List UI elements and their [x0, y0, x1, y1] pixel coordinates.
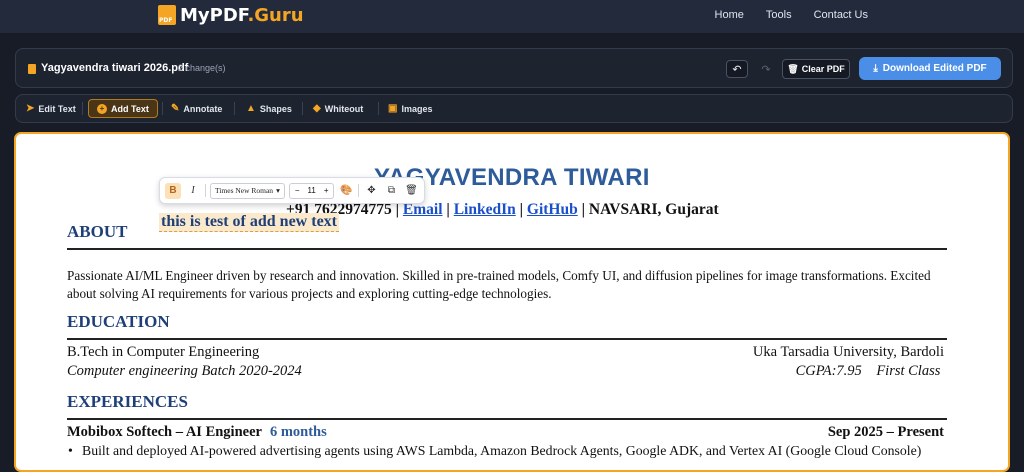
- font-size-decrease-button[interactable]: −: [292, 186, 303, 195]
- undo-button[interactable]: ↶: [726, 60, 748, 78]
- shapes-icon: ▲: [246, 103, 256, 114]
- tool-edit-text-label: Edit Text: [38, 103, 76, 114]
- university[interactable]: Uka Tarsadia University, Bardoli: [753, 344, 944, 361]
- nav-links: Home Tools Contact Us: [715, 9, 868, 21]
- tool-shapes-label: Shapes: [259, 103, 292, 114]
- italic-button[interactable]: I: [185, 183, 201, 199]
- clear-pdf-button[interactable]: 🗑 Clear PDF: [782, 59, 850, 79]
- nav-link-contact[interactable]: Contact Us: [814, 9, 868, 21]
- tool-annotate-label: Annotate: [183, 103, 223, 114]
- tool-add-text[interactable]: + Add Text: [88, 99, 158, 118]
- linkedin-link[interactable]: LinkedIn: [454, 201, 516, 218]
- section-divider: [67, 338, 947, 340]
- about-text[interactable]: Passionate AI/ML Engineer driven by rese…: [67, 267, 947, 303]
- pdf-page: YAGYAVENDRA TIWARI +91 7622974775 | Emai…: [16, 134, 1008, 470]
- redo-button[interactable]: ↷: [758, 61, 774, 77]
- tool-images-label: Images: [401, 103, 433, 114]
- toolbar-divider: [82, 102, 83, 115]
- bold-button[interactable]: B: [165, 182, 181, 199]
- download-label: Download Edited PDF: [882, 63, 987, 74]
- batch[interactable]: Computer engineering Batch 2020-2024: [67, 363, 302, 380]
- pdf-canvas[interactable]: YAGYAVENDRA TIWARI +91 7622974775 | Emai…: [14, 132, 1010, 472]
- font-family-select[interactable]: Times New Roman ▾: [210, 182, 285, 199]
- tool-images[interactable]: ▣ Images: [388, 99, 432, 118]
- education-row: B.Tech in Computer Engineering Uka Tarsa…: [67, 344, 944, 361]
- location[interactable]: NAVSARI, Gujarat: [589, 201, 719, 218]
- trash-icon: 🗑: [787, 63, 799, 74]
- toolbar-divider: [378, 102, 379, 115]
- class[interactable]: First Class: [876, 363, 940, 379]
- logo-text: MyPDF: [180, 4, 248, 26]
- download-edited-pdf-button[interactable]: ⤓ Download Edited PDF: [859, 57, 1001, 80]
- font-size-increase-button[interactable]: +: [321, 186, 332, 195]
- font-family-value: Times New Roman: [215, 186, 274, 195]
- tool-add-text-label: Add Text: [111, 103, 149, 114]
- job-title[interactable]: Mobibox Softech – AI Engineer: [67, 424, 262, 440]
- section-divider: [67, 248, 947, 250]
- color-palette-icon[interactable]: 🎨: [338, 183, 354, 199]
- clear-pdf-label: Clear PDF: [801, 64, 845, 74]
- file-pdf-icon: [28, 64, 36, 74]
- toolbar-divider: [162, 102, 163, 115]
- tool-whiteout-label: Whiteout: [324, 103, 364, 114]
- change-count: 2 change(s): [178, 63, 226, 73]
- image-icon: ▣: [388, 103, 398, 114]
- job-dates[interactable]: Sep 2025 – Present: [828, 424, 944, 441]
- file-bar: Yagyavendra tiwari 2026.pdf 2 change(s) …: [15, 48, 1013, 88]
- plus-circle-icon: +: [97, 103, 107, 114]
- tool-annotate[interactable]: ✎ Annotate: [171, 99, 222, 118]
- eraser-icon: ◆: [313, 103, 321, 114]
- section-heading-about[interactable]: ABOUT: [67, 222, 127, 242]
- file-name: Yagyavendra tiwari 2026.pdf: [41, 62, 189, 74]
- pen-icon: ✎: [171, 103, 180, 114]
- text-format-toolbar: B I Times New Roman ▾ − 11 + 🎨 ✥ ⧉ 🗑: [159, 177, 426, 204]
- font-size-value[interactable]: 11: [305, 186, 319, 195]
- nav-link-home[interactable]: Home: [715, 9, 744, 21]
- education-detail-row: Computer engineering Batch 2020-2024 CGP…: [67, 363, 944, 380]
- delete-icon[interactable]: 🗑: [403, 183, 419, 199]
- site-logo[interactable]: PDF MyPDF.Guru: [158, 4, 304, 26]
- tool-edit-text[interactable]: ➤ Edit Text: [26, 99, 76, 118]
- tool-whiteout[interactable]: ◆ Whiteout: [313, 99, 363, 118]
- added-text-box[interactable]: this is test of add new text: [159, 213, 339, 232]
- toolbar-divider: [302, 102, 303, 115]
- job-row: Mobibox Softech – AI Engineer 6 months Se…: [67, 424, 944, 441]
- tool-shapes[interactable]: ▲ Shapes: [246, 99, 292, 118]
- job-bullet[interactable]: Built and deployed AI-powered advertisin…: [68, 443, 952, 459]
- duplicate-icon[interactable]: ⧉: [383, 183, 399, 199]
- editor-toolbar: ➤ Edit Text + Add Text ✎ Annotate ▲ Shap…: [15, 94, 1013, 123]
- pdf-logo-icon: PDF: [158, 5, 176, 25]
- top-navbar: PDF MyPDF.Guru Home Tools Contact Us: [0, 0, 1024, 33]
- github-link[interactable]: GitHub: [527, 201, 578, 218]
- section-heading-education[interactable]: EDUCATION: [67, 312, 170, 332]
- download-icon: ⤓: [873, 63, 878, 74]
- degree[interactable]: B.Tech in Computer Engineering: [67, 344, 259, 361]
- chevron-down-icon: ▾: [276, 186, 280, 195]
- cursor-icon: ➤: [26, 103, 35, 114]
- job-duration[interactable]: 6 months: [270, 424, 327, 440]
- cgpa[interactable]: CGPA:7.95: [796, 363, 862, 379]
- format-divider: [205, 184, 206, 197]
- move-icon[interactable]: ✥: [363, 183, 379, 199]
- toolbar-divider: [234, 102, 235, 115]
- logo-text-accent: .Guru: [247, 4, 304, 26]
- section-divider: [67, 418, 947, 420]
- nav-link-tools[interactable]: Tools: [766, 9, 792, 21]
- font-size-stepper: − 11 +: [288, 182, 335, 199]
- section-heading-experiences[interactable]: EXPERIENCES: [67, 392, 188, 412]
- format-divider: [358, 184, 360, 197]
